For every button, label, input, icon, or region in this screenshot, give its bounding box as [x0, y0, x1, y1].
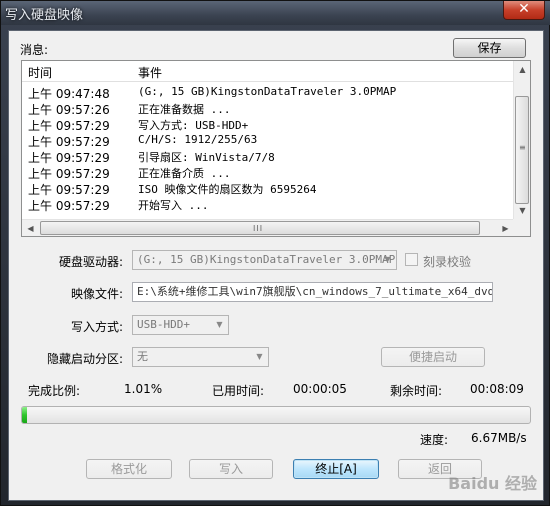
log-time: 上午 09:57:29 — [28, 151, 110, 165]
drive-label: 硬盘驱动器: — [59, 255, 124, 269]
write-mode-value: USB-HDD+ — [137, 318, 190, 331]
column-header-time[interactable]: 时间 — [28, 64, 52, 81]
log-row[interactable]: 上午 09:57:29 引导扇区: WinVista/7/8 — [22, 149, 514, 165]
image-file-label: 映像文件: — [71, 287, 124, 301]
horizontal-scrollbar[interactable]: ◀ III ▶ — [22, 219, 514, 236]
log-time: 上午 09:47:48 — [28, 87, 110, 101]
progress-bar — [21, 406, 531, 424]
log-time: 上午 09:57:29 — [28, 119, 110, 133]
format-button[interactable]: 格式化 — [86, 459, 172, 479]
save-button[interactable]: 保存 — [453, 38, 526, 58]
hidden-partition-value: 无 — [137, 350, 148, 363]
log-row[interactable]: 上午 09:47:48 (G:, 15 GB)KingstonDataTravel… — [22, 85, 514, 101]
stop-button[interactable]: 终止[A] — [293, 459, 379, 479]
scroll-left-arrow-icon[interactable]: ◀ — [22, 220, 39, 237]
remaining-label: 剩余时间: — [390, 384, 443, 398]
log-row[interactable]: 上午 09:57:29 ISO 映像文件的扇区数为 6595264 — [22, 181, 514, 197]
close-button[interactable]: ✕ — [503, 1, 545, 20]
scroll-up-arrow-icon[interactable]: ▲ — [514, 61, 531, 78]
log-time: 上午 09:57:29 — [28, 199, 110, 213]
log-time: 上午 09:57:26 — [28, 103, 110, 117]
chevron-down-icon: ▼ — [384, 255, 391, 264]
log-header: 时间 事件 — [22, 61, 514, 82]
log-row[interactable]: 上午 09:57:29 C/H/S: 1912/255/63 — [22, 133, 514, 149]
log-time: 上午 09:57:29 — [28, 167, 110, 181]
vertical-scrollbar[interactable]: ▲ ≡ ▼ — [513, 61, 530, 219]
progress-bar-fill — [22, 407, 27, 423]
log-event: 写入方式: USB-HDD+ — [138, 119, 249, 132]
speed-value: 6.67MB/s — [471, 431, 527, 445]
elapsed-value: 00:00:05 — [293, 382, 347, 396]
log-event: ISO 映像文件的扇区数为 6595264 — [138, 183, 317, 196]
close-icon: ✕ — [518, 1, 530, 17]
verify-label: 刻录校验 — [423, 255, 472, 269]
log-event: 引导扇区: WinVista/7/8 — [138, 151, 275, 164]
scroll-right-arrow-icon[interactable]: ▶ — [497, 220, 514, 237]
log-event: 开始写入 ... — [138, 199, 209, 212]
write-button[interactable]: 写入 — [189, 459, 273, 479]
messages-label: 消息: — [20, 43, 49, 57]
image-file-field[interactable]: E:\系统+维修工具\win7旗舰版\cn_windows_7_ultimate… — [132, 282, 493, 302]
message-log[interactable]: 时间 事件 上午 09:47:48 (G:, 15 GB)KingstonData… — [21, 60, 531, 237]
watermark: Baidu 经验 — [448, 474, 537, 493]
complete-value: 1.01% — [124, 382, 163, 396]
verify-checkbox[interactable] — [405, 253, 418, 266]
column-header-event[interactable]: 事件 — [138, 64, 162, 81]
log-time: 上午 09:57:29 — [28, 135, 110, 149]
log-row[interactable]: 上午 09:57:29 写入方式: USB-HDD+ — [22, 117, 514, 133]
log-event: 正在准备介质 ... — [138, 167, 231, 180]
chevron-down-icon: ▼ — [256, 352, 263, 361]
title-bar[interactable]: 写入硬盘映像 ✕ — [1, 1, 550, 25]
log-event: 正在准备数据 ... — [138, 103, 231, 116]
dialog-body: 消息: 保存 时间 事件 上午 09:47:48 (G:, 15 GB)Kings… — [8, 30, 544, 501]
write-mode-select[interactable]: USB-HDD+ ▼ — [132, 315, 229, 335]
remaining-value: 00:08:09 — [470, 382, 524, 396]
log-row[interactable]: 上午 09:57:29 开始写入 ... — [22, 197, 514, 213]
log-time: 上午 09:57:29 — [28, 183, 110, 197]
scroll-down-arrow-icon[interactable]: ▼ — [514, 202, 531, 219]
log-row[interactable]: 上午 09:57:26 正在准备数据 ... — [22, 101, 514, 117]
hidden-partition-select[interactable]: 无 ▼ — [132, 347, 269, 367]
elapsed-label: 已用时间: — [212, 384, 265, 398]
quick-boot-button[interactable]: 便捷启动 — [381, 347, 485, 367]
complete-label: 完成比例: — [28, 384, 81, 398]
write-mode-label: 写入方式: — [71, 320, 124, 334]
log-event: (G:, 15 GB)KingstonDataTraveler 3.0PMAP — [138, 85, 397, 98]
horizontal-grip-icon: III — [253, 224, 264, 233]
log-event: C/H/S: 1912/255/63 — [138, 133, 258, 146]
window: 写入硬盘映像 ✕ 消息: 保存 时间 事件 上午 09:47:48 (G:, 15… — [0, 0, 550, 506]
log-row[interactable]: 上午 09:57:29 正在准备介质 ... — [22, 165, 514, 181]
speed-label: 速度: — [420, 433, 449, 447]
chevron-down-icon: ▼ — [216, 320, 223, 329]
vertical-scroll-thumb[interactable]: ≡ — [515, 96, 529, 204]
drive-select[interactable]: (G:, 15 GB)KingstonDataTraveler 3.0PMAP … — [132, 250, 397, 270]
horizontal-scroll-thumb[interactable]: III — [40, 221, 480, 235]
hidden-partition-label: 隐藏启动分区: — [47, 352, 124, 366]
drive-select-value: (G:, 15 GB)KingstonDataTraveler 3.0PMAP — [137, 253, 396, 266]
window-title: 写入硬盘映像 — [5, 8, 84, 23]
log-rows: 上午 09:47:48 (G:, 15 GB)KingstonDataTravel… — [22, 85, 514, 213]
vertical-grip-icon: ≡ — [519, 143, 527, 152]
scrollbar-corner — [513, 219, 530, 236]
